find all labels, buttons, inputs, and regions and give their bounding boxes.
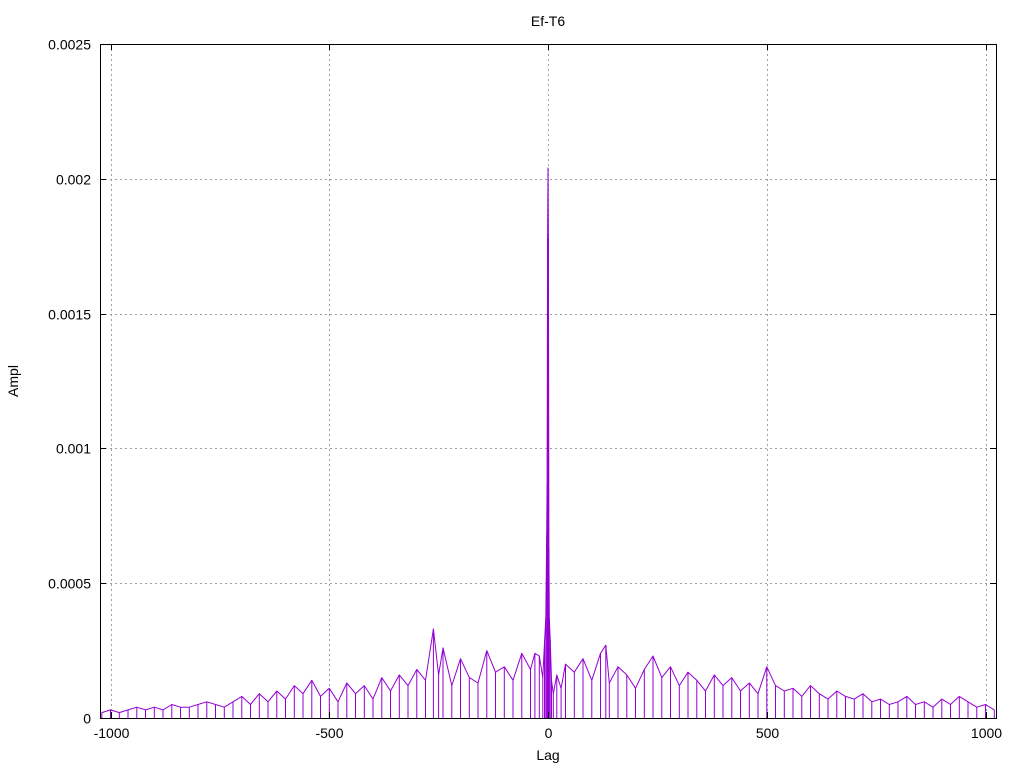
y-tick-label: 0.0025 xyxy=(48,37,91,53)
x-tick-label: 1000 xyxy=(971,725,1002,741)
y-axis-title: Ampl xyxy=(5,365,21,397)
x-tick-label: -500 xyxy=(315,725,343,741)
x-tick-label: 0 xyxy=(545,725,553,741)
y-tick-label: 0.0005 xyxy=(48,576,91,592)
autocorrelation-chart: Ef-T6 -1000 -500 0 500 1000 0 0.0005 0.001 0.001… xyxy=(5,13,1002,763)
y-tick-label: 0 xyxy=(83,711,91,727)
x-tick-label: -1000 xyxy=(94,725,130,741)
y-tick-label: 0.002 xyxy=(56,172,91,188)
chart-title: Ef-T6 xyxy=(531,13,565,29)
x-axis-title: Lag xyxy=(536,747,559,763)
data-layer xyxy=(101,167,995,718)
tick-layer: -1000 -500 0 500 1000 0 0.0005 0.001 0.0015 0.002… xyxy=(48,37,1002,742)
x-tick-label: 500 xyxy=(756,725,780,741)
y-tick-label: 0.001 xyxy=(56,441,91,457)
y-tick-label: 0.0015 xyxy=(48,307,91,323)
